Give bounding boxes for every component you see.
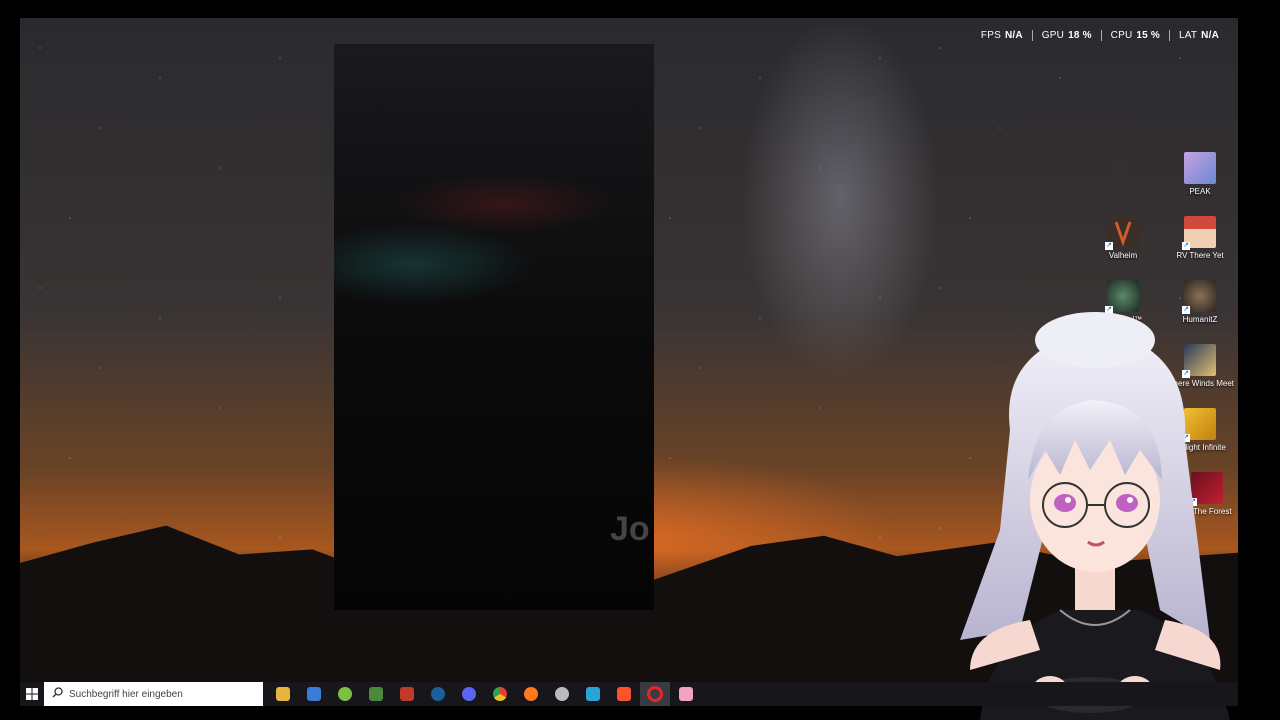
search-icon [52, 687, 63, 701]
sync-icon [586, 687, 600, 701]
taskbar-opera[interactable] [640, 682, 670, 706]
minecraft-icon [369, 687, 383, 701]
desktop-icon-label: RV There Yet [1176, 251, 1224, 260]
pink-app-icon [679, 687, 693, 701]
gpu-readout: GPU 18 % [1031, 30, 1101, 41]
desktop-icon-peak[interactable]: PEAK [1165, 152, 1235, 196]
taskbar-chrome[interactable] [485, 682, 515, 706]
fps-readout: FPS N/A [972, 30, 1032, 41]
desktop-icon-valheim[interactable]: ↗ Valheim [1088, 216, 1158, 260]
taskbar-file-explorer[interactable] [268, 682, 298, 706]
fps-value: N/A [1004, 30, 1023, 41]
brave-icon [617, 687, 631, 701]
taskbar-sync-app[interactable] [578, 682, 608, 706]
taskbar-pink-app[interactable] [671, 682, 701, 706]
desktop-icon-label: Valheim [1108, 251, 1138, 260]
performance-overlay: FPS N/A GPU 18 % CPU 15 % LAT N/A [972, 30, 1228, 41]
android-icon [338, 687, 352, 701]
fps-label: FPS [980, 30, 1001, 41]
taskbar-firefox[interactable] [516, 682, 546, 706]
peak-icon [1184, 152, 1216, 184]
start-button[interactable] [20, 682, 44, 706]
gpu-label: GPU [1041, 30, 1065, 41]
window-glow [334, 224, 534, 304]
gpu-value: 18 % [1068, 30, 1092, 41]
desktop-icon-label: PEAK [1189, 187, 1211, 196]
humanitz-icon: ↗ [1182, 280, 1216, 314]
returnal-icon: ↗ [1105, 280, 1139, 314]
cpu-value: 15 % [1136, 30, 1160, 41]
valheim-icon: ↗ [1105, 216, 1139, 250]
rv-there-yet-icon: ↗ [1182, 216, 1216, 250]
taskbar-speed-monitor[interactable] [547, 682, 577, 706]
vtuber-avatar [960, 312, 1230, 720]
search-placeholder: Suchbegriff hier eingeben [69, 688, 183, 700]
brick-game-icon [400, 687, 414, 701]
taskbar: Suchbegriff hier eingeben [20, 682, 1238, 706]
windows-logo-icon [26, 688, 38, 700]
store-icon [307, 687, 321, 701]
discord-icon [462, 687, 476, 701]
dark-app-window[interactable]: Jo [334, 44, 654, 610]
opera-icon [647, 686, 663, 702]
firefox-icon [524, 687, 538, 701]
gauge-icon [555, 687, 569, 701]
window-partial-text: Jo [610, 510, 650, 548]
desktop-icon-rv-there-yet[interactable]: ↗ RV There Yet [1165, 216, 1235, 260]
window-glow-red [394, 174, 614, 234]
cpu-label: CPU [1110, 30, 1133, 41]
lat-value: N/A [1201, 30, 1219, 41]
cpu-readout: CPU 15 % [1100, 30, 1169, 41]
folder-icon [276, 687, 290, 701]
taskbar-search[interactable]: Suchbegriff hier eingeben [44, 682, 263, 706]
taskbar-store[interactable] [299, 682, 329, 706]
lat-label: LAT [1178, 30, 1198, 41]
taskbar-steam[interactable] [423, 682, 453, 706]
shortcut-arrow-icon: ↗ [1182, 242, 1190, 250]
shortcut-arrow-icon: ↗ [1105, 242, 1113, 250]
latency-readout: LAT N/A [1168, 30, 1228, 41]
taskbar-brave[interactable] [609, 682, 639, 706]
steam-icon [431, 687, 445, 701]
chrome-icon [493, 687, 507, 701]
taskbar-minecraft[interactable] [361, 682, 391, 706]
taskbar-android-app[interactable] [330, 682, 360, 706]
taskbar-brick-game[interactable] [392, 682, 422, 706]
taskbar-discord[interactable] [454, 682, 484, 706]
